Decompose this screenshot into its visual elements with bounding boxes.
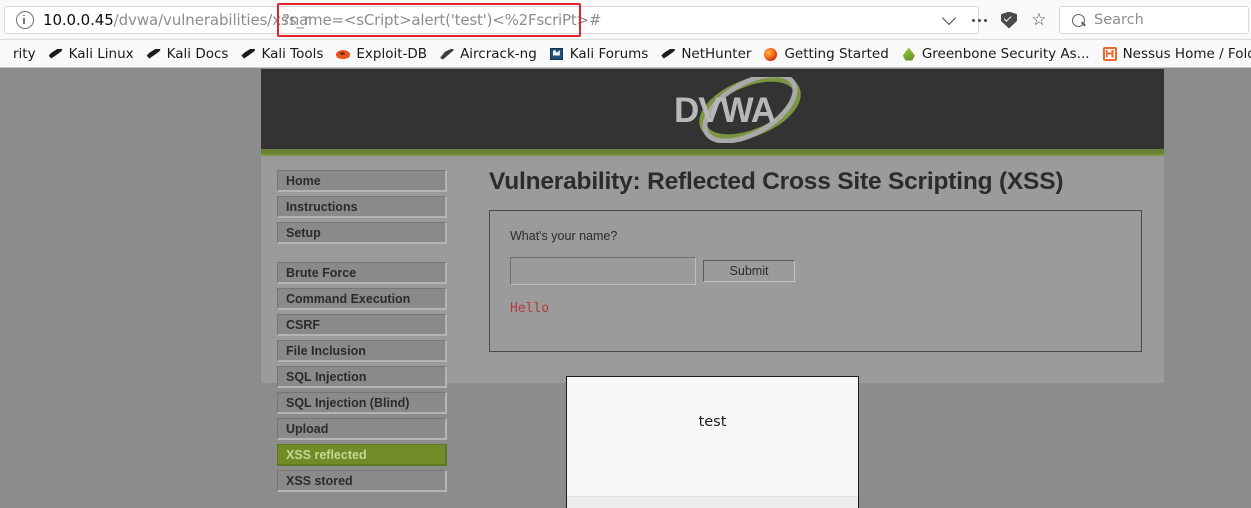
svg-text:DVWA: DVWA <box>674 91 776 130</box>
bookmark-label: Exploit-DB <box>356 45 428 62</box>
bookmark-item-nethunter[interactable]: NetHunter <box>655 43 756 65</box>
name-input[interactable] <box>510 257 696 285</box>
sidebar-item-instructions[interactable]: Instructions <box>277 196 447 218</box>
search-placeholder: Search <box>1094 12 1144 28</box>
nessus-icon <box>1102 46 1118 62</box>
bookmarks-bar: rity Kali Linux Kali Docs Kali Tools Exp… <box>0 40 1251 68</box>
aircrack-ng-icon <box>439 46 455 62</box>
kali-dragon-icon <box>240 46 256 62</box>
sidebar-item-xss-stored[interactable]: XSS stored <box>277 470 447 492</box>
page-viewport: DVWA Home Instructions Setup Brute Force… <box>0 69 1251 508</box>
name-field-label: What's your name? <box>510 229 618 243</box>
dvwa-logo: DVWA <box>666 72 826 144</box>
chevron-down-icon[interactable] <box>934 9 964 31</box>
kali-dragon-icon <box>660 46 676 62</box>
browser-window: 10.0.0.45/dvwa/vulnerabilities/xss_r ?na… <box>0 0 1251 508</box>
bookmark-item[interactable]: rity <box>0 43 41 65</box>
sidebar-item-file-inclusion[interactable]: File Inclusion <box>277 340 447 362</box>
submit-button[interactable]: Submit <box>703 260 795 282</box>
kali-dragon-icon <box>146 46 162 62</box>
greenbone-icon <box>901 46 917 62</box>
bookmark-item-getting-started[interactable]: Getting Started <box>758 43 893 65</box>
vulnerability-panel: What's your name? Submit Hello <box>489 210 1142 352</box>
bookmark-item-kali-forums[interactable]: Kali Forums <box>544 43 654 65</box>
page-title: Vulnerability: Reflected Cross Site Scri… <box>489 168 1064 195</box>
bookmark-star-icon[interactable]: ☆ <box>1024 9 1054 31</box>
bookmark-label: Kali Forums <box>569 45 649 62</box>
name-form: Submit <box>510 257 1121 285</box>
firefox-icon <box>763 46 779 62</box>
bookmark-label: Getting Started <box>784 45 889 62</box>
sidebar-item-sql-injection-blind[interactable]: SQL Injection (Blind) <box>277 392 447 414</box>
sidebar-divider <box>277 248 447 262</box>
search-box[interactable]: Search <box>1059 6 1249 34</box>
sidebar-item-xss-reflected[interactable]: XSS reflected <box>277 444 447 466</box>
alert-footer: OK <box>567 497 858 508</box>
sidebar-item-upload[interactable]: Upload <box>277 418 447 440</box>
sidebar-item-command-execution[interactable]: Command Execution <box>277 288 447 310</box>
search-icon <box>1072 13 1085 27</box>
url-host: 10.0.0.45 <box>43 11 114 29</box>
dvwa-header: DVWA <box>261 69 1164 149</box>
dvwa-body: Home Instructions Setup Brute Force Comm… <box>261 156 1164 492</box>
dvwa-logo-svg: DVWA <box>674 72 801 144</box>
generic-bookmark-icon <box>0 46 8 62</box>
sidebar-item-setup[interactable]: Setup <box>277 222 447 244</box>
bookmark-item-kali-tools[interactable]: Kali Tools <box>235 43 328 65</box>
bookmark-label: Kali Linux <box>68 45 134 62</box>
xss-output-text: Hello <box>510 301 550 316</box>
dvwa-container: DVWA Home Instructions Setup Brute Force… <box>261 69 1164 492</box>
javascript-alert-dialog: test OK <box>566 376 859 508</box>
alert-message: test <box>698 413 727 430</box>
tracking-protection-icon[interactable] <box>994 9 1024 31</box>
sidebar-menu: Home Instructions Setup Brute Force Comm… <box>277 170 447 496</box>
sidebar-item-home[interactable]: Home <box>277 170 447 192</box>
bookmark-label: NetHunter <box>681 45 752 62</box>
url-query-text: ?name=<sCript>alert('test')<%2FscriPt># <box>282 11 602 29</box>
sidebar-item-brute-force[interactable]: Brute Force <box>277 262 447 284</box>
bookmark-item-aircrack-ng[interactable]: Aircrack-ng <box>434 43 542 65</box>
alert-body: test <box>567 377 858 497</box>
browser-toolbar: 10.0.0.45/dvwa/vulnerabilities/xss_r ?na… <box>0 0 1251 40</box>
info-circle-icon[interactable] <box>16 11 34 29</box>
url-path: /dvwa/vulnerabilities/xss_r <box>113 11 310 29</box>
bookmark-label: Kali Docs <box>166 45 229 62</box>
bookmark-item-kali-linux[interactable]: Kali Linux <box>43 43 139 65</box>
kali-forums-icon <box>549 46 565 62</box>
bookmark-item-exploit-db[interactable]: Exploit-DB <box>330 43 432 65</box>
bookmark-item-kali-docs[interactable]: Kali Docs <box>141 43 234 65</box>
address-bar-text: 10.0.0.45/dvwa/vulnerabilities/xss_r <box>43 11 310 29</box>
bookmark-label: Aircrack-ng <box>460 45 537 62</box>
bookmark-label: Nessus Home / Folders... <box>1122 45 1251 62</box>
main-content: Vulnerability: Reflected Cross Site Scri… <box>489 156 1164 352</box>
sidebar-item-sql-injection[interactable]: SQL Injection <box>277 366 447 388</box>
bookmark-label: Kali Tools <box>261 45 324 62</box>
bookmark-label: rity <box>13 45 36 62</box>
exploit-db-icon <box>335 46 351 62</box>
sidebar-item-csrf[interactable]: CSRF <box>277 314 447 336</box>
bookmark-item-greenbone[interactable]: Greenbone Security As... <box>896 43 1095 65</box>
kali-dragon-icon <box>48 46 64 62</box>
more-options-icon[interactable] <box>964 9 994 31</box>
toolbar-buttons: ☆ <box>934 9 1054 31</box>
bookmark-label: Greenbone Security As... <box>921 45 1090 62</box>
bookmark-item-nessus[interactable]: Nessus Home / Folders... <box>1097 43 1251 65</box>
